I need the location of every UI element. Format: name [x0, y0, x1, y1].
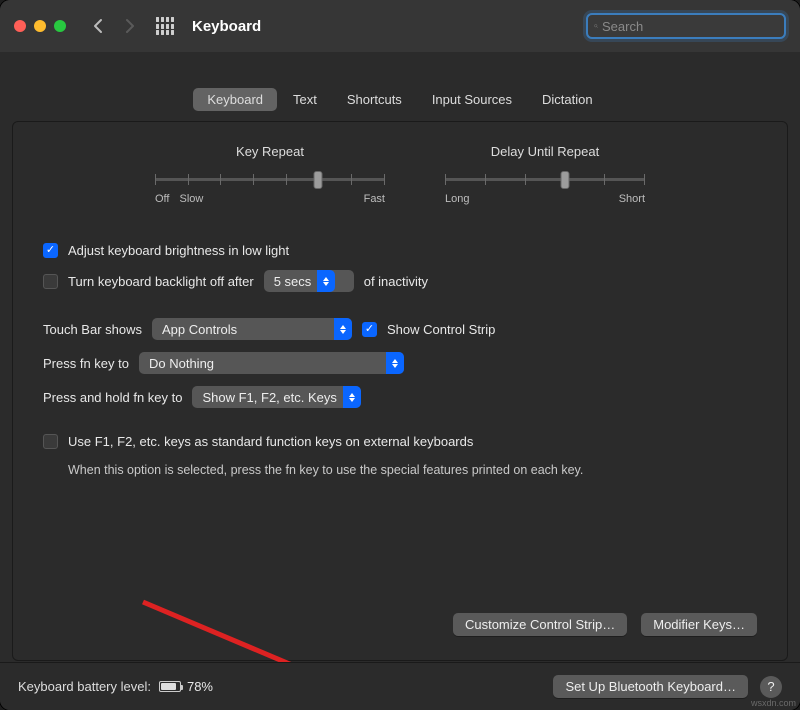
settings-panel: Key Repeat Off Slow Fast [12, 121, 788, 661]
checkbox-adjust-brightness[interactable] [43, 243, 58, 258]
key-repeat-slider[interactable] [155, 169, 385, 189]
chevron-updown-icon [334, 318, 352, 340]
slider-label-short: Short [619, 193, 645, 205]
label-hold-fn: Press and hold fn key to [43, 390, 182, 405]
window-title: Keyboard [192, 18, 261, 35]
content-area: Keyboard Text Shortcuts Input Sources Di… [0, 88, 800, 661]
battery-label: Keyboard battery level: [18, 679, 151, 694]
select-touchbar-shows[interactable]: App Controls [152, 318, 352, 340]
search-field[interactable] [586, 13, 786, 39]
row-hold-fn: Press and hold fn key to Show F1, F2, et… [43, 386, 757, 408]
show-all-icon[interactable] [156, 17, 174, 35]
close-icon[interactable] [14, 20, 26, 32]
panel-bottom-buttons: Customize Control Strip… Modifier Keys… [453, 613, 757, 636]
slider-label-off: Off [155, 193, 169, 205]
label-backlight-before: Turn keyboard backlight off after [68, 274, 254, 289]
label-std-fn: Use F1, F2, etc. keys as standard functi… [68, 434, 473, 449]
checkbox-backlight-off[interactable] [43, 274, 58, 289]
tab-strip: Keyboard Text Shortcuts Input Sources Di… [12, 88, 788, 111]
chevron-updown-icon [386, 352, 404, 374]
row-press-fn: Press fn key to Do Nothing [43, 352, 757, 374]
key-repeat-group: Key Repeat Off Slow Fast [155, 144, 385, 205]
label-touchbar-shows: Touch Bar shows [43, 322, 142, 337]
label-press-fn: Press fn key to [43, 356, 129, 371]
battery-percent: 78% [187, 679, 213, 694]
slider-label-slow: Slow [179, 193, 203, 205]
tab-input-sources[interactable]: Input Sources [418, 88, 526, 111]
slider-label-long: Long [445, 193, 469, 205]
tab-text[interactable]: Text [279, 88, 331, 111]
row-touchbar: Touch Bar shows App Controls Show Contro… [43, 318, 757, 340]
search-icon [594, 19, 598, 33]
delay-slider[interactable] [445, 169, 645, 189]
battery-icon [159, 681, 181, 692]
select-backlight-time[interactable]: 5 secs [264, 270, 354, 292]
tab-dictation[interactable]: Dictation [528, 88, 607, 111]
zoom-icon[interactable] [54, 20, 66, 32]
setup-bluetooth-keyboard-button[interactable]: Set Up Bluetooth Keyboard… [553, 675, 748, 698]
chevron-updown-icon [317, 270, 335, 292]
minimize-icon[interactable] [34, 20, 46, 32]
watermark: wsxdn.com [751, 698, 796, 708]
sliders-row: Key Repeat Off Slow Fast [43, 144, 757, 205]
delay-group: Delay Until Repeat Long Short [445, 144, 645, 205]
row-backlight-off: Turn keyboard backlight off after 5 secs… [43, 270, 757, 292]
customize-control-strip-button[interactable]: Customize Control Strip… [453, 613, 627, 636]
forward-button[interactable] [118, 14, 142, 38]
tab-shortcuts[interactable]: Shortcuts [333, 88, 416, 111]
delay-label: Delay Until Repeat [445, 144, 645, 159]
search-input[interactable] [602, 19, 778, 34]
help-button[interactable]: ? [760, 676, 782, 698]
select-hold-fn[interactable]: Show F1, F2, etc. Keys [192, 386, 360, 408]
key-repeat-label: Key Repeat [155, 144, 385, 159]
footer: Keyboard battery level: 78% Set Up Bluet… [0, 662, 800, 710]
select-press-fn[interactable]: Do Nothing [139, 352, 404, 374]
slider-label-fast: Fast [364, 193, 385, 205]
window-controls [14, 20, 66, 32]
preferences-window: Keyboard Keyboard Text Shortcuts Input S… [0, 0, 800, 710]
help-std-fn: When this option is selected, press the … [68, 461, 757, 479]
titlebar: Keyboard [0, 0, 800, 52]
checkbox-std-fn[interactable] [43, 434, 58, 449]
tab-keyboard[interactable]: Keyboard [193, 88, 277, 111]
modifier-keys-button[interactable]: Modifier Keys… [641, 613, 757, 636]
checkbox-show-control-strip[interactable] [362, 322, 377, 337]
back-button[interactable] [86, 14, 110, 38]
label-adjust-brightness: Adjust keyboard brightness in low light [68, 243, 289, 258]
label-show-control-strip: Show Control Strip [387, 322, 495, 337]
row-std-fn: Use F1, F2, etc. keys as standard functi… [43, 434, 757, 449]
chevron-updown-icon [343, 386, 361, 408]
label-backlight-after: of inactivity [364, 274, 428, 289]
row-adjust-brightness: Adjust keyboard brightness in low light [43, 243, 757, 258]
